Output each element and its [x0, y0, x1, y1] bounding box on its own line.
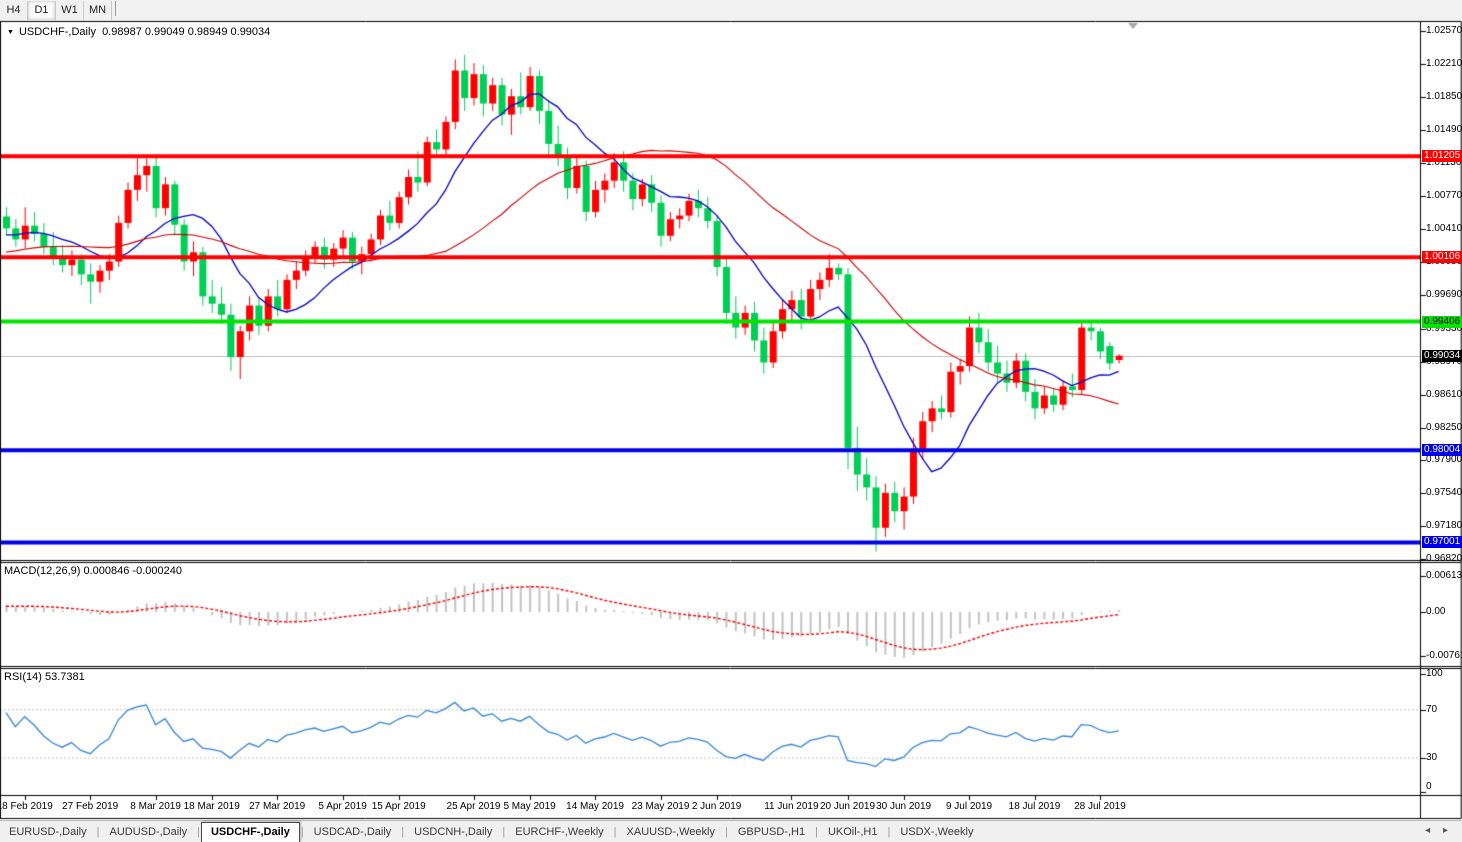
hline-price-label: 0.99406 — [1422, 316, 1462, 328]
symbol-tab-usdchf[interactable]: USDCHF-,Daily — [201, 822, 300, 842]
price-tick-label: 1.01850 — [1426, 91, 1462, 103]
date-tick-label: 27 Mar 2019 — [249, 801, 305, 812]
price-tick-label: 1.00770 — [1426, 190, 1462, 202]
price-tick-label: 1.02570 — [1426, 25, 1462, 37]
price-tick-label: 1.01490 — [1426, 124, 1462, 136]
date-tick-label: 9 Jul 2019 — [946, 801, 992, 812]
date-tick-label: 20 Jun 2019 — [820, 801, 875, 812]
date-tick-label: 27 Feb 2019 — [62, 801, 118, 812]
hline-price-label: 0.97001 — [1422, 536, 1462, 548]
macd-tick-label: 0.00 — [1426, 606, 1445, 618]
date-tick-label: 15 Apr 2019 — [372, 801, 426, 812]
price-tick-label: 0.97540 — [1426, 487, 1462, 499]
macd-tick-label: -0.007612 — [1426, 650, 1462, 662]
hline-price-label: 1.00106 — [1422, 251, 1462, 263]
tab-scroll-right-icon[interactable]: ▸ — [1443, 825, 1448, 836]
date-tick-label: 11 Jun 2019 — [764, 801, 818, 812]
macd-tick-label: 0.00613 — [1426, 570, 1462, 582]
mt4-terminal: H4D1W1MN ▼USDCHF-,Daily 0.98987 0.99049 … — [0, 0, 1462, 842]
macd-indicator-label: MACD(12,26,9) 0.000846 -0.000240 — [4, 565, 182, 577]
date-tick-label: 23 May 2019 — [632, 801, 690, 812]
date-tick-label: 8 Mar 2019 — [130, 801, 181, 812]
rsi-tick-label: 70 — [1426, 704, 1437, 716]
chart-title: ▼ USDCHF-,Daily 0.98987 0.99049 0.98949 0… — [7, 26, 270, 38]
date-tick-label: 30 Jun 2019 — [876, 801, 931, 812]
current-price-label: 0.99034 — [1422, 350, 1462, 362]
symbol-tab-ukoil[interactable]: UKOil-,H1 — [819, 823, 887, 842]
price-tick-label: 1.02210 — [1426, 58, 1462, 70]
price-tick-label: 0.99690 — [1426, 289, 1462, 301]
symbol-tab-xauusd[interactable]: XAUUSD-,Weekly — [618, 823, 724, 842]
price-chart-canvas[interactable] — [0, 0, 1462, 820]
symbol-tab-usdx[interactable]: USDX-,Weekly — [891, 823, 982, 842]
date-tick-label: 18 Jul 2019 — [1009, 801, 1061, 812]
hline-price-label: 1.01205 — [1422, 150, 1462, 162]
date-tick-label: 5 May 2019 — [503, 801, 555, 812]
symbol-tab-eurchf[interactable]: EURCHF-,Weekly — [506, 823, 612, 842]
symbol-tabbar: EURUSD-,Daily|AUDUSD-,Daily|USDCHF-,Dail… — [0, 820, 1462, 842]
price-tick-label: 0.98250 — [1426, 422, 1462, 434]
rsi-tick-label: 100 — [1426, 668, 1443, 680]
date-tick-label: 5 Apr 2019 — [318, 801, 366, 812]
rsi-tick-label: 0 — [1426, 781, 1432, 793]
chart-symbol-label: USDCHF-,Daily — [19, 26, 96, 38]
symbol-tab-gbpusd[interactable]: GBPUSD-,H1 — [729, 823, 814, 842]
price-tick-label: 0.97180 — [1426, 520, 1462, 532]
date-tick-label: 2 Jun 2019 — [692, 801, 742, 812]
hline-price-label: 0.98004 — [1422, 444, 1462, 456]
chart-dropdown-icon[interactable]: ▼ — [7, 29, 14, 36]
price-tick-label: 0.98610 — [1426, 389, 1462, 401]
tabbar-scroll-arrows: ◂ ▸ — [1415, 825, 1448, 836]
price-tick-label: 1.00410 — [1426, 223, 1462, 235]
price-tick-label: 0.96820 — [1426, 553, 1462, 565]
symbol-tab-usdcnh[interactable]: USDCNH-,Daily — [405, 823, 501, 842]
symbol-tab-usdcad[interactable]: USDCAD-,Daily — [305, 823, 401, 842]
date-tick-label: 18 Feb 2019 — [0, 801, 53, 812]
symbol-tab-eurusd[interactable]: EURUSD-,Daily — [0, 823, 96, 842]
tab-scroll-left-icon[interactable]: ◂ — [1425, 825, 1430, 836]
date-tick-label: 14 May 2019 — [566, 801, 624, 812]
chart-ohlc-values: 0.98987 0.99049 0.98949 0.99034 — [102, 26, 270, 38]
rsi-indicator-label: RSI(14) 53.7381 — [4, 671, 85, 683]
date-tick-label: 18 Mar 2019 — [184, 801, 240, 812]
date-tick-label: 25 Apr 2019 — [447, 801, 501, 812]
rsi-tick-label: 30 — [1426, 752, 1437, 764]
symbol-tab-audusd[interactable]: AUDUSD-,Daily — [100, 823, 196, 842]
date-tick-label: 28 Jul 2019 — [1074, 801, 1126, 812]
